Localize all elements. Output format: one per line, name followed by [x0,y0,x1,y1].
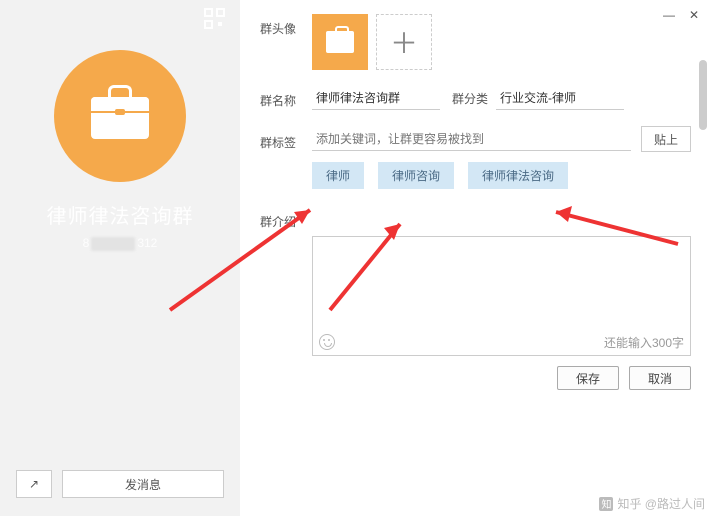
scrollbar[interactable] [699,60,707,130]
zhihu-icon: 知 [599,497,613,511]
tag-item[interactable]: 律师律法咨询 [468,162,568,189]
char-counter: 还能输入300字 [604,334,684,351]
send-message-button[interactable]: 发消息 [62,470,224,498]
tag-input[interactable] [312,127,631,151]
briefcase-icon [91,93,149,139]
label-name: 群名称 [260,86,312,109]
label-intro: 群介绍 [260,207,312,230]
close-button[interactable]: ✕ [689,8,699,22]
label-category: 群分类 [452,86,496,107]
save-button[interactable]: 保存 [557,366,619,390]
group-category-input[interactable] [496,86,624,110]
tag-list: 律师 律师咨询 律师律法咨询 [312,162,691,189]
paste-button[interactable]: 贴上 [641,126,691,152]
avatar-option-selected[interactable] [312,14,368,70]
group-id: 8312 [83,235,158,251]
emoji-icon[interactable] [319,334,335,350]
group-name-display: 律师律法咨询群 [47,200,194,229]
minimize-button[interactable]: — [663,8,675,22]
tag-item[interactable]: 律师咨询 [378,162,454,189]
plus-icon: ＋ [390,22,418,62]
group-avatar[interactable] [54,50,186,182]
left-panel: 律师律法咨询群 8312 ↗ 发消息 [0,0,240,516]
group-name-input[interactable] [312,86,440,110]
intro-textarea[interactable]: 还能输入300字 [312,236,691,356]
share-icon: ↗ [29,477,39,491]
briefcase-icon [326,31,354,53]
label-avatar: 群头像 [260,14,312,37]
qr-icon[interactable] [204,8,226,30]
avatar-add-button[interactable]: ＋ [376,14,432,70]
share-button[interactable]: ↗ [16,470,52,498]
tag-item[interactable]: 律师 [312,162,364,189]
cancel-button[interactable]: 取消 [629,366,691,390]
label-tag: 群标签 [260,128,312,151]
right-panel: — ✕ 群头像 ＋ 群名称 群分类 群标签 贴上 律师 律师咨询 律师律法咨询 [240,0,711,516]
watermark: 知 知乎 @路过人间 [599,495,705,512]
